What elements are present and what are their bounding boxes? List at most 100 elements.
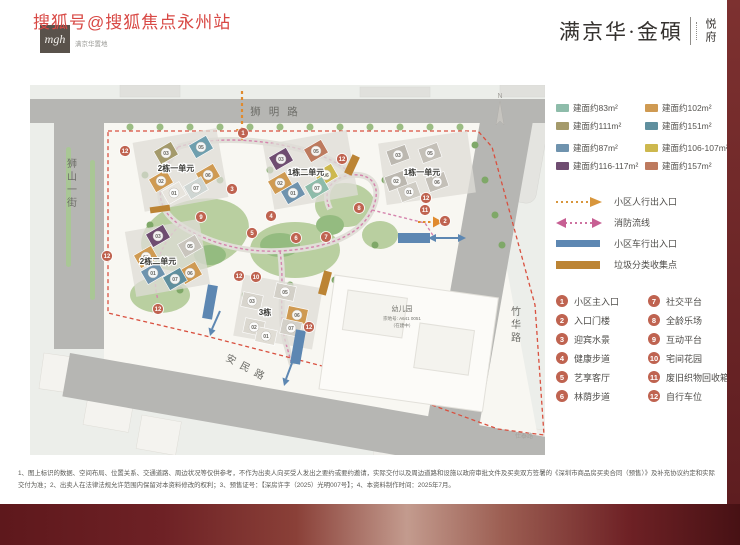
right-decor-bar — [727, 0, 740, 504]
developer-name: 满京华置地 — [75, 38, 108, 53]
svg-text:03: 03 — [155, 234, 161, 240]
disclaimer-text: 1、图上标识的数据、空间布局、位置关系、交通道路、周边状况等仅供参考，不作为出卖… — [18, 468, 720, 492]
map-marker: 12 — [304, 322, 315, 333]
vehicle-entry-bar-icon — [556, 240, 602, 247]
line-legend: 小区人行出入口 消防流线 小区车行出入口 垃圾分类收集点 — [556, 195, 728, 271]
svg-text:02: 02 — [251, 325, 257, 331]
legend-swatch — [645, 104, 658, 112]
svg-text:03: 03 — [249, 299, 255, 305]
poi-list: 1小区主入口 2入口门楼 3迎宾水景 4健康步道 5艺享客厅 6林荫步道 7社交… — [556, 295, 728, 403]
bottom-decor-bar — [0, 504, 740, 545]
svg-text:07: 07 — [288, 326, 294, 332]
vehicle-entry-bar — [398, 233, 430, 243]
waste-point-bar-icon — [556, 261, 602, 269]
svg-text:12: 12 — [122, 149, 129, 155]
brand-divider-2 — [696, 22, 697, 40]
legend-swatch — [645, 122, 658, 130]
legend-swatch — [556, 162, 569, 170]
poi-item: 2入口门楼 — [556, 314, 648, 327]
legend-swatch — [556, 144, 569, 152]
watermark-text: 搜狐号@搜狐焦点永州站 — [33, 8, 231, 33]
map-marker: 12 — [421, 193, 432, 204]
svg-text:07: 07 — [172, 277, 178, 283]
map-marker: 8 — [354, 203, 365, 214]
road-median-green — [90, 160, 95, 300]
svg-text:12: 12 — [104, 254, 111, 260]
poi-item: 8全龄乐场 — [648, 314, 729, 327]
poi-item: 5艺享客厅 — [556, 371, 648, 384]
poi-item: 1小区主入口 — [556, 295, 648, 308]
legend-swatch — [645, 144, 658, 152]
legend-line-item: 小区人行出入口 — [556, 195, 728, 208]
svg-text:01: 01 — [171, 191, 177, 197]
kindergarten-block: 幼儿园 宗地号: A641 0051 （在建中） — [319, 275, 498, 412]
legend-item: 建面约151m² — [645, 121, 728, 131]
map-marker: 12 — [120, 146, 131, 157]
svg-text:01: 01 — [150, 271, 156, 277]
site-plan-map: 幼儿园 宗地号: A641 0051 （在建中） — [30, 85, 545, 455]
kindergarten-title: 幼儿园 — [392, 304, 413, 313]
map-marker: 7 — [321, 232, 332, 243]
svg-text:03: 03 — [278, 157, 284, 163]
svg-text:12: 12 — [155, 307, 162, 313]
legend-item: 建面约116-117m² — [556, 161, 645, 171]
svg-text:07: 07 — [314, 186, 320, 192]
road-left — [54, 123, 104, 349]
svg-text:01: 01 — [290, 191, 296, 197]
brand-subname: 悦府 — [702, 18, 718, 44]
svg-text:12: 12 — [423, 196, 430, 202]
brand-divider — [690, 17, 691, 45]
map-marker: 12 — [153, 304, 164, 315]
svg-text:05: 05 — [198, 145, 204, 151]
svg-text:06: 06 — [434, 180, 440, 186]
poi-item: 12自行车位 — [648, 390, 729, 403]
legend-item: 建面约87m² — [556, 143, 645, 153]
legend-swatch — [645, 162, 658, 170]
poi-item: 6林荫步道 — [556, 390, 648, 403]
fire-route-arrow-icon — [556, 218, 602, 228]
road-label-right: 竹华路 — [511, 305, 521, 344]
map-marker: 11 — [420, 205, 431, 216]
legend-item: 建面约83m² — [556, 103, 645, 113]
svg-text:05: 05 — [313, 149, 319, 155]
mgh-logo-text: mgh — [45, 32, 66, 47]
site-plan-svg: 幼儿园 宗地号: A641 0051 （在建中） — [30, 85, 545, 455]
svg-text:10: 10 — [253, 275, 260, 281]
svg-text:06: 06 — [205, 173, 211, 179]
page: 搜狐号@搜狐焦点永州站 mgh 满京华置地 满京华·金碩 悦府 — [0, 0, 740, 545]
map-marker: 12 — [102, 251, 113, 262]
svg-text:12: 12 — [236, 274, 243, 280]
kindergarten-plot: 宗地号: A641 0051 — [383, 315, 421, 322]
poi-item: 10宅间花园 — [648, 352, 729, 365]
legend-line-item: 垃圾分类收集点 — [556, 258, 728, 271]
legend-line-item: 小区车行出入口 — [556, 237, 728, 250]
map-marker: 12 — [234, 271, 245, 282]
road-label-top: 狮明路 — [250, 105, 306, 118]
svg-text:02: 02 — [158, 179, 164, 185]
svg-text:12: 12 — [306, 325, 313, 331]
legend-item: 建面约157m² — [645, 161, 728, 171]
area-legend-group-2: 建面约87m² 建面约106-107m² 建面约116-117m² 建面约157… — [556, 143, 728, 171]
svg-text:06: 06 — [294, 313, 300, 319]
road-label-corner: 仕泰路 — [515, 432, 533, 440]
legend-item: 建面约111m² — [556, 121, 645, 131]
map-marker: 1 — [238, 128, 249, 139]
svg-text:12: 12 — [339, 157, 346, 163]
legend-item: 建面约102m² — [645, 103, 728, 113]
svg-text:02: 02 — [277, 181, 283, 187]
cluster-label: 2栋二单元 — [140, 256, 176, 266]
pedestrian-arrow-icon — [556, 197, 602, 207]
svg-text:03: 03 — [163, 151, 169, 157]
map-marker: 3 — [227, 184, 238, 195]
kindergarten-status: （在建中） — [391, 322, 414, 329]
legend-panel: 建面约83m² 建面约102m² 建面约111m² 建面约151m² 建面约87… — [556, 103, 728, 403]
project-brand-logo: 满京华·金碩 悦府 — [559, 16, 718, 46]
poi-item: 3迎宾水景 — [556, 333, 648, 346]
cluster-label: 3栋 — [259, 307, 271, 317]
legend-item: 建面约106-107m² — [645, 143, 728, 153]
map-marker: 12 — [337, 154, 348, 165]
svg-text:05: 05 — [282, 290, 288, 296]
poi-item: 11废旧织物回收箱 — [648, 371, 729, 384]
legend-swatch — [556, 104, 569, 112]
poi-item: 4健康步道 — [556, 352, 648, 365]
